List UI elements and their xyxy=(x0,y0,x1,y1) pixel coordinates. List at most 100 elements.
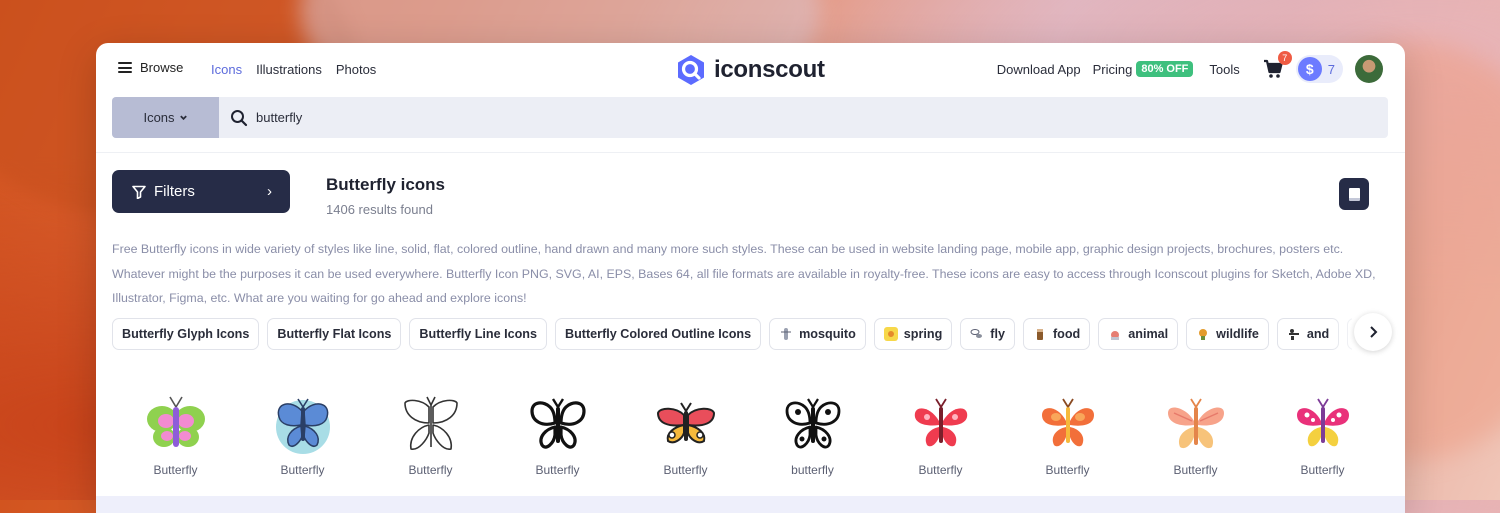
and-icon xyxy=(1288,329,1299,340)
tag-label: animal xyxy=(1128,327,1169,341)
nav-link-illustrations[interactable]: Illustrations xyxy=(256,62,322,77)
tag-label: Butterfly Glyph Icons xyxy=(122,327,250,341)
tag-chip[interactable]: wildlife xyxy=(1186,318,1269,350)
butterfly-icon xyxy=(785,398,840,449)
tag-label: Butterfly Line Icons xyxy=(419,327,537,341)
icon-card[interactable]: Butterfly xyxy=(367,388,494,477)
icon-card-label: Butterfly xyxy=(1300,463,1345,477)
butterfly-icon xyxy=(529,398,586,449)
butterfly-icon xyxy=(275,398,330,454)
icon-card-label: Butterfly xyxy=(408,463,453,477)
chevron-down-icon xyxy=(179,115,187,121)
hamburger-icon xyxy=(118,62,132,73)
tag-chip[interactable]: mosquito xyxy=(769,318,866,350)
butterfly-icon xyxy=(1167,398,1224,449)
nav-link-icons[interactable]: Icons xyxy=(211,62,242,77)
credits-count: 7 xyxy=(1327,61,1335,77)
icon-card-label: Butterfly xyxy=(1173,463,1218,477)
search-input[interactable]: butterfly xyxy=(256,110,302,125)
tag-chip[interactable]: food xyxy=(1022,318,1091,350)
icon-card-label: Butterfly xyxy=(918,463,963,477)
icon-card[interactable]: Butterfly xyxy=(239,388,366,477)
tag-chip[interactable]: Butterfly Glyph Icons xyxy=(112,318,260,350)
tag-chip[interactable]: Butterfly Flat Icons xyxy=(267,318,402,350)
icon-card-label: Butterfly xyxy=(153,463,198,477)
tag-chip[interactable]: Butterfly Line Icons xyxy=(409,318,547,350)
butterfly-icon xyxy=(403,396,458,450)
icon-card-label: Butterfly xyxy=(535,463,580,477)
icon-card[interactable]: Butterfly xyxy=(1132,388,1259,477)
top-navbar: Browse Icons Illustrations Photos iconsc… xyxy=(96,43,1405,97)
credits-button[interactable]: $ 7 xyxy=(1295,55,1343,83)
results-count: 1406 results found xyxy=(326,202,433,217)
butterfly-icon xyxy=(1296,398,1349,447)
tag-label: Butterfly Flat Icons xyxy=(277,327,392,341)
page-title: Butterfly icons xyxy=(326,175,446,194)
icon-card[interactable]: butterfly xyxy=(749,388,876,477)
tag-chip[interactable]: spring xyxy=(873,318,953,350)
icon-card-label: Butterfly xyxy=(280,463,325,477)
related-tags: Butterfly Glyph Icons Butterfly Flat Ico… xyxy=(112,318,1352,350)
tag-label: and xyxy=(1306,327,1330,341)
tag-label: fly xyxy=(990,327,1005,341)
tag-chip[interactable]: animal xyxy=(1098,318,1179,350)
book-icon xyxy=(1348,187,1360,201)
icon-card-label: Butterfly xyxy=(663,463,708,477)
collection-button[interactable] xyxy=(1339,178,1369,210)
search-bar: Icons butterfly xyxy=(112,97,1388,138)
filters-button[interactable]: Filters › xyxy=(112,170,290,213)
icon-results-grid: Butterfly Butterfly Butterfly Butterfly … xyxy=(112,388,1388,488)
search-type-label: Icons xyxy=(143,110,175,125)
tag-label: Butterfly Colored Outline Icons xyxy=(564,327,752,341)
browser-window: Browse Icons Illustrations Photos iconsc… xyxy=(96,43,1405,513)
browse-label: Browse xyxy=(140,60,184,75)
tag-chip[interactable]: Butterfly Colored Outline Icons xyxy=(554,318,762,350)
flower-icon xyxy=(883,327,898,341)
right-nav: Download App Pricing 80% OFF Tools 7 $ 7 xyxy=(997,51,1383,83)
icon-card[interactable]: Butterfly xyxy=(622,388,749,477)
butterfly-icon xyxy=(146,396,205,447)
tag-label: spring xyxy=(903,327,943,341)
page-description: Free Butterfly icons in wide variety of … xyxy=(112,242,1376,305)
icon-card[interactable]: Butterfly xyxy=(1259,388,1386,477)
icon-card[interactable]: Butterfly xyxy=(112,388,239,477)
iconscout-logo-icon xyxy=(678,55,704,85)
brand-logo[interactable]: iconscout xyxy=(674,53,825,87)
chevron-right-icon: › xyxy=(267,183,272,200)
filters-label: Filters xyxy=(154,183,195,200)
tools-link[interactable]: Tools xyxy=(1209,62,1239,77)
search-type-dropdown[interactable]: Icons xyxy=(112,97,219,138)
mosquito-icon xyxy=(781,328,792,340)
coin-icon: $ xyxy=(1297,57,1322,81)
animal-icon xyxy=(1111,331,1120,340)
chevron-right-icon xyxy=(1370,326,1378,338)
tag-chip[interactable]: fly xyxy=(960,318,1015,350)
pricing-label: Pricing xyxy=(1092,61,1133,77)
divider xyxy=(96,152,1405,153)
fly-icon xyxy=(970,329,983,338)
download-app-link[interactable]: Download App xyxy=(997,62,1081,77)
wildlife-icon xyxy=(1199,329,1208,340)
nav-link-photos[interactable]: Photos xyxy=(336,62,376,77)
pricing-link[interactable]: Pricing 80% OFF xyxy=(1093,61,1194,77)
butterfly-icon xyxy=(914,398,967,447)
discount-badge: 80% OFF xyxy=(1136,61,1194,77)
tag-label: wildlife xyxy=(1216,327,1259,341)
user-avatar[interactable] xyxy=(1355,55,1383,83)
butterfly-icon xyxy=(656,402,715,444)
icon-card[interactable]: Butterfly xyxy=(877,388,1004,477)
filter-icon xyxy=(132,185,146,199)
drink-icon xyxy=(1036,329,1043,340)
icon-card-label: Butterfly xyxy=(1045,463,1090,477)
cart-button[interactable]: 7 xyxy=(1262,51,1292,80)
butterfly-icon xyxy=(1041,398,1094,447)
search-icon[interactable] xyxy=(230,109,248,127)
cart-count-badge: 7 xyxy=(1277,51,1292,65)
icon-card[interactable]: Butterfly xyxy=(1004,388,1131,477)
bottom-bar xyxy=(96,496,1405,513)
icon-card[interactable]: Butterfly xyxy=(494,388,621,477)
category-links: Icons Illustrations Photos xyxy=(211,62,376,77)
tag-label: mosquito xyxy=(799,327,856,341)
browse-menu-button[interactable]: Browse xyxy=(118,60,183,75)
tags-next-button[interactable] xyxy=(1354,313,1392,351)
